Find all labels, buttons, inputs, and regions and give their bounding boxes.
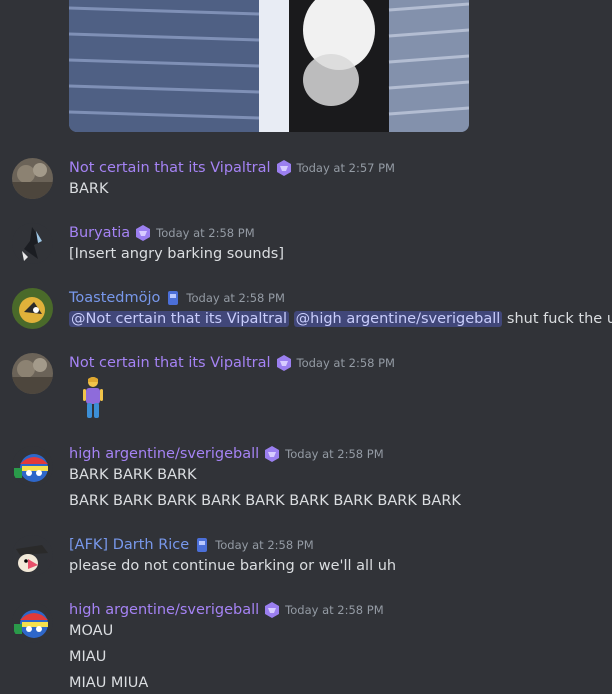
avatar[interactable] xyxy=(12,288,53,329)
timestamp: Today at 2:58 PM xyxy=(285,603,384,617)
message-text: [Insert angry barking sounds] xyxy=(69,246,284,262)
timestamp: Today at 2:58 PM xyxy=(285,447,384,461)
message-text: BARK BARK BARK BARK BARK BARK BARK BARK … xyxy=(69,493,461,509)
person-standing-emoji[interactable] xyxy=(82,376,104,420)
username[interactable]: [AFK] Darth Rice xyxy=(69,537,189,553)
message-header: Buryatia Today at 2:58 PM xyxy=(69,222,255,244)
avatar[interactable] xyxy=(12,446,53,487)
guild-badge-icon xyxy=(275,159,293,177)
username[interactable]: Not certain that its Vipaltral xyxy=(69,160,271,176)
guild-badge-icon xyxy=(164,289,182,307)
username[interactable]: high argentine/sverigeball xyxy=(69,602,259,618)
message-header: Not certain that its Vipaltral Today at 2… xyxy=(69,352,395,374)
timestamp: Today at 2:57 PM xyxy=(296,161,395,175)
timestamp: Today at 2:58 PM xyxy=(186,291,285,305)
avatar[interactable] xyxy=(12,158,53,199)
message-text: MIAU MIUA xyxy=(69,675,149,691)
timestamp: Today at 2:58 PM xyxy=(156,226,255,240)
username[interactable]: Buryatia xyxy=(69,225,130,241)
user-mention[interactable]: @high argentine/sverigeball xyxy=(293,311,503,327)
guild-badge-icon xyxy=(263,445,281,463)
message-text: @Not certain that its Vipaltral @high ar… xyxy=(69,308,612,330)
guild-badge-icon xyxy=(134,224,152,242)
message-header: Toastedmöjo Today at 2:58 PM xyxy=(69,287,285,309)
message-text: MOAU xyxy=(69,623,114,639)
message-text: MIAU xyxy=(69,649,107,665)
message-text: BARK BARK BARK xyxy=(69,467,197,483)
message-header: Not certain that its Vipaltral Today at 2… xyxy=(69,157,395,179)
message-header: high argentine/sverigeball Today at 2:58 … xyxy=(69,443,384,465)
avatar[interactable] xyxy=(12,602,53,643)
timestamp: Today at 2:58 PM xyxy=(215,538,314,552)
message-text: BARK xyxy=(69,181,109,197)
guild-badge-icon xyxy=(193,536,211,554)
image-attachment[interactable] xyxy=(69,0,469,132)
message-header: [AFK] Darth Rice Today at 2:58 PM xyxy=(69,534,314,556)
message-text-remainder: shut fuck the up. xyxy=(506,311,612,327)
avatar[interactable] xyxy=(12,353,53,394)
avatar[interactable] xyxy=(12,223,53,264)
username[interactable]: high argentine/sverigeball xyxy=(69,446,259,462)
message-header: high argentine/sverigeball Today at 2:58 … xyxy=(69,599,384,621)
username[interactable]: Toastedmöjo xyxy=(69,290,160,306)
timestamp: Today at 2:58 PM xyxy=(296,356,395,370)
message-text: please do not continue barking or we'll … xyxy=(69,558,397,574)
username[interactable]: Not certain that its Vipaltral xyxy=(69,355,271,371)
guild-badge-icon xyxy=(275,354,293,372)
avatar[interactable] xyxy=(12,535,53,576)
user-mention[interactable]: @Not certain that its Vipaltral xyxy=(69,311,290,327)
guild-badge-icon xyxy=(263,601,281,619)
